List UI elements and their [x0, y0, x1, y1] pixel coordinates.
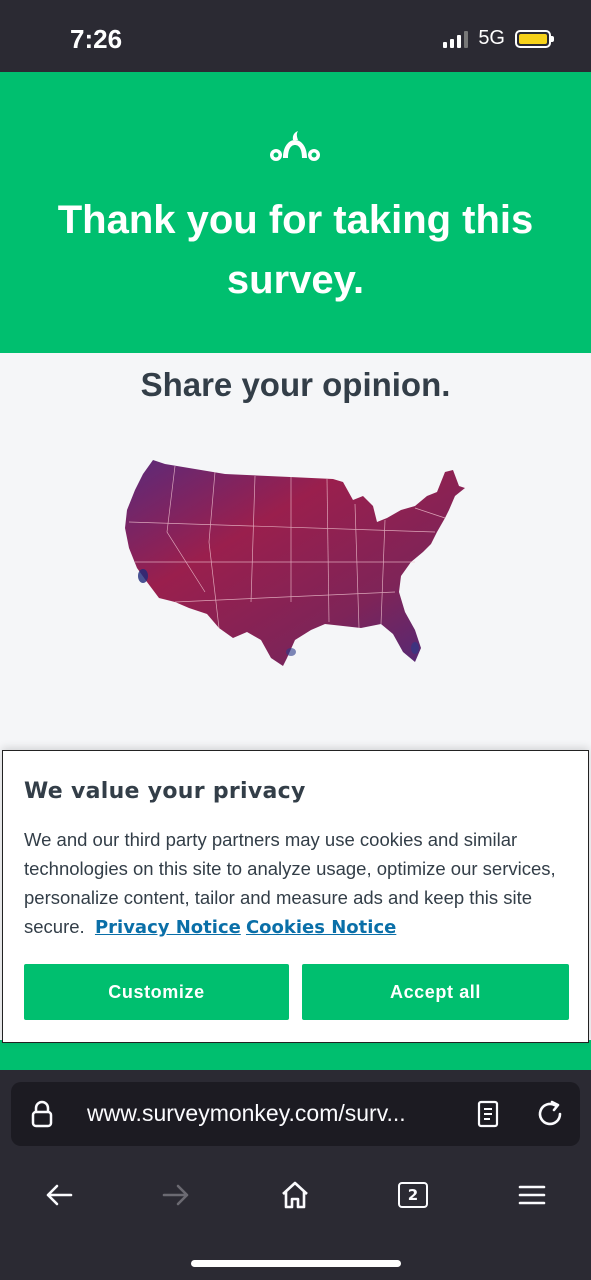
status-bar: 7:26 5G [0, 0, 591, 72]
reload-icon[interactable] [535, 1099, 565, 1129]
lock-icon[interactable] [31, 1100, 53, 1128]
home-button[interactable] [279, 1179, 311, 1211]
arrow-right-icon [162, 1184, 189, 1206]
surveymonkey-logo-icon [270, 131, 320, 161]
accept-all-button[interactable]: Accept all [302, 964, 569, 1020]
arrow-left-icon [46, 1184, 73, 1206]
home-icon [282, 1181, 308, 1209]
thank-you-header: Thank you for taking this survey. [0, 72, 591, 353]
battery-icon [515, 29, 554, 48]
privacy-body: We and our third party partners may use … [24, 825, 569, 942]
footer-strip [0, 1040, 591, 1070]
browser-toolbar: 2 [0, 1165, 591, 1225]
hamburger-menu-icon [518, 1185, 546, 1205]
privacy-notice-link[interactable]: Privacy Notice [95, 917, 241, 938]
page-title: Thank you for taking this survey. [57, 198, 534, 302]
share-opinion-heading: Share your opinion. [140, 366, 451, 403]
back-button[interactable] [43, 1179, 75, 1211]
privacy-banner: We value your privacy We and our third p… [2, 750, 589, 1043]
status-time: 7:26 [70, 24, 123, 54]
privacy-title: We value your privacy [24, 779, 306, 804]
battery-level [519, 33, 547, 44]
url-bar[interactable]: www.surveymonkey.com/surv... [11, 1082, 580, 1146]
status-indicators: 5G [443, 27, 554, 50]
home-indicator[interactable] [191, 1260, 401, 1267]
cellular-signal-icon [443, 30, 469, 48]
customize-button[interactable]: Customize [24, 964, 289, 1020]
reader-mode-icon[interactable] [477, 1099, 499, 1129]
network-type: 5G [478, 27, 505, 49]
menu-button[interactable] [516, 1179, 548, 1211]
tabs-button[interactable]: 2 [397, 1179, 429, 1211]
cookies-notice-link[interactable]: Cookies Notice [246, 917, 396, 938]
url-text[interactable]: www.surveymonkey.com/surv... [87, 1100, 467, 1127]
tab-count: 2 [398, 1182, 428, 1208]
us-map-image [125, 460, 465, 666]
forward-button[interactable] [160, 1179, 192, 1211]
